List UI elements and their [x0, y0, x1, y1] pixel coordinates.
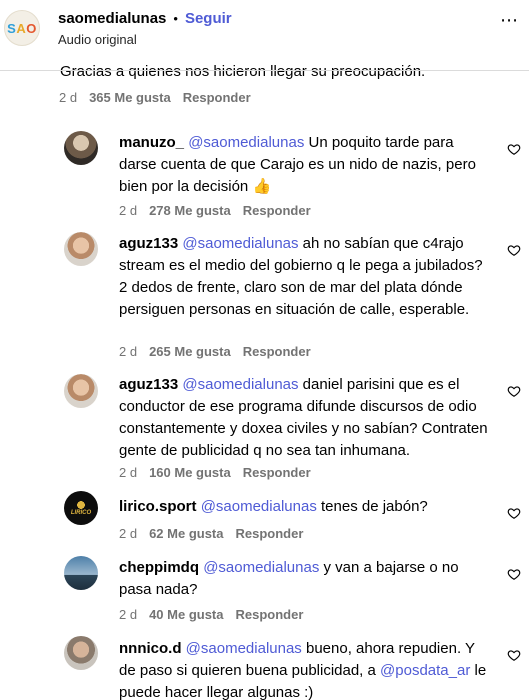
avatar[interactable]	[64, 131, 98, 165]
header-divider	[0, 70, 529, 71]
mention-link[interactable]: @saomedialunas	[188, 134, 304, 151]
reply-button[interactable]: Responder	[183, 90, 251, 105]
comment-time: 2 d	[119, 526, 138, 541]
partial-comment-meta: 2 d 365 Me gusta Responder	[59, 90, 251, 105]
comment-meta: 2 d 160 Me gusta Responder	[119, 465, 311, 480]
comment-meta: 2 d 62 Me gusta Responder	[119, 526, 303, 541]
comment-time: 2 d	[119, 465, 138, 480]
comment-body: cheppimdq @saomedialunas y van a bajarse…	[119, 557, 491, 601]
lirico-logo-mark	[74, 500, 88, 510]
avatar[interactable]	[64, 556, 98, 590]
comment-body: lirico.sport @saomedialunas tenes de jab…	[119, 496, 491, 518]
like-heart-icon[interactable]	[507, 243, 521, 257]
avatar[interactable]: LIRICO	[64, 491, 98, 525]
lirico-logo-text: LIRICO	[70, 510, 92, 516]
comment-username[interactable]: aguz133	[119, 235, 178, 252]
comment-username[interactable]: cheppimdq	[119, 559, 199, 576]
like-heart-icon[interactable]	[507, 567, 521, 581]
reply-button[interactable]: Responder	[243, 465, 311, 480]
mention-link[interactable]: @saomedialunas	[186, 640, 302, 657]
reply-button[interactable]: Responder	[236, 607, 304, 622]
mention-link[interactable]: @saomedialunas	[182, 376, 298, 393]
like-heart-icon[interactable]	[507, 648, 521, 662]
comment-body: aguz133 @saomedialunas ah no sabían que …	[119, 233, 491, 321]
like-heart-icon[interactable]	[507, 142, 521, 156]
comment-time: 2 d	[119, 607, 138, 622]
comment-meta: 2 d 40 Me gusta Responder	[119, 607, 303, 622]
reply-button[interactable]: Responder	[236, 526, 304, 541]
comment-likes[interactable]: 62 Me gusta	[149, 526, 223, 541]
comment-username[interactable]: nnnico.d	[119, 640, 182, 657]
comment-meta: 2 d 265 Me gusta Responder	[119, 344, 311, 359]
post-header: SAO saomedialunas • Seguir Audio origina…	[0, 0, 529, 58]
comment-username[interactable]: aguz133	[119, 376, 178, 393]
avatar[interactable]	[64, 636, 98, 670]
comment-time: 2 d	[119, 344, 138, 359]
avatar[interactable]	[64, 374, 98, 408]
comment-likes[interactable]: 40 Me gusta	[149, 607, 223, 622]
comment-time: 2 d	[59, 90, 78, 105]
mention-link[interactable]: @posdata_ar	[380, 662, 470, 679]
comment-meta: 2 d 278 Me gusta Responder	[119, 203, 311, 218]
reply-button[interactable]: Responder	[243, 344, 311, 359]
comment-time: 2 d	[119, 203, 138, 218]
comment-likes[interactable]: 278 Me gusta	[149, 203, 231, 218]
profile-logo-avatar[interactable]: SAO	[4, 10, 40, 46]
more-options-icon[interactable]: ⋯	[500, 10, 519, 31]
audio-original-link[interactable]: Audio original	[58, 32, 232, 47]
comment-likes[interactable]: 265 Me gusta	[149, 344, 231, 359]
like-heart-icon[interactable]	[507, 384, 521, 398]
comment-body: nnnico.d @saomedialunas bueno, ahora rep…	[119, 638, 491, 700]
mention-link[interactable]: @saomedialunas	[203, 559, 319, 576]
like-heart-icon[interactable]	[507, 506, 521, 520]
comment-likes[interactable]: 365 Me gusta	[89, 90, 171, 105]
separator-dot: •	[173, 11, 178, 26]
comment-username[interactable]: lirico.sport	[119, 498, 197, 515]
avatar[interactable]	[64, 232, 98, 266]
reply-button[interactable]: Responder	[243, 203, 311, 218]
comment-likes[interactable]: 160 Me gusta	[149, 465, 231, 480]
comment-body: manuzo_ @saomedialunas Un poquito tarde …	[119, 132, 491, 198]
header-text: saomedialunas • Seguir Audio original	[58, 10, 232, 47]
comment-text: tenes de jabón?	[316, 498, 428, 515]
thumbs-up-emoji: 👍	[252, 178, 272, 195]
comment-body: aguz133 @saomedialunas daniel parisini q…	[119, 374, 491, 462]
mention-link[interactable]: @saomedialunas	[182, 235, 298, 252]
partial-comment-text: Gracias a quienes nos hicieron llegar su…	[60, 63, 426, 80]
header-username[interactable]: saomedialunas	[58, 10, 166, 27]
comment-username[interactable]: manuzo_	[119, 134, 184, 151]
mention-link[interactable]: @saomedialunas	[201, 498, 317, 515]
follow-button[interactable]: Seguir	[185, 10, 232, 27]
